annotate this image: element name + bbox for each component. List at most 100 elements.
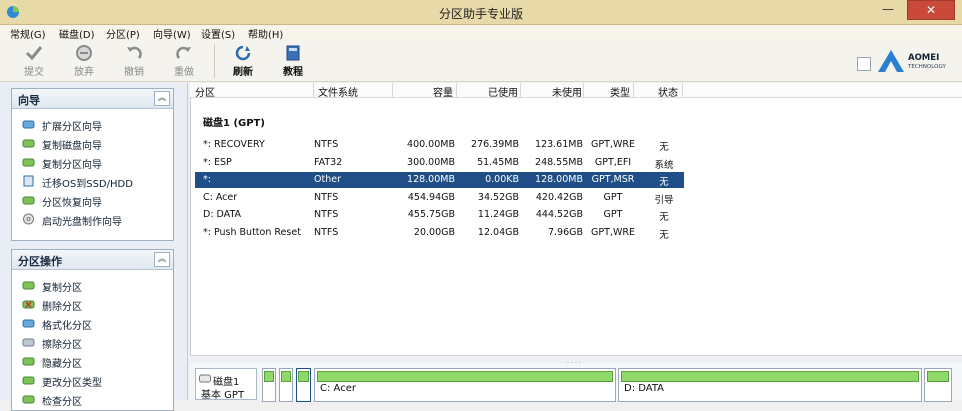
cell-fs: Other	[314, 174, 341, 185]
check-partition-icon	[22, 395, 35, 404]
table-row[interactable]: *: Push Button Reset NTFS 20.00GB 12.04GB 7.…	[195, 225, 684, 241]
segment-msr[interactable]	[296, 368, 311, 402]
menu-wizard[interactable]: 向导(W)	[153, 26, 191, 41]
cell-type: GPT,MSR	[591, 174, 635, 185]
checkbox-icon[interactable]	[857, 57, 871, 71]
tutorial-button[interactable]: 教程	[273, 42, 313, 80]
logo-text: AOMEI	[908, 53, 940, 63]
close-button[interactable]: ✕	[907, 0, 955, 20]
segment-label: C: Acer	[320, 383, 356, 394]
book-icon	[286, 45, 300, 61]
wizard-boot-cd[interactable]: 启动光盘制作向导	[12, 210, 173, 229]
col-filesystem[interactable]: 文件系统	[318, 84, 358, 99]
op-hide-partition[interactable]: 隐藏分区	[12, 352, 173, 371]
disk-group-label: 磁盘1 (GPT)	[203, 118, 265, 129]
col-type[interactable]: 类型	[610, 84, 630, 99]
cell-partition: D: DATA	[203, 209, 242, 220]
table-row[interactable]: C: Acer NTFS 454.94GB 34.52GB 420.42GB GPT 引导	[195, 190, 684, 206]
discard-label: 放弃	[74, 67, 94, 78]
commit-button[interactable]: 提交	[14, 42, 54, 80]
collapse-icon[interactable]: ︽	[154, 91, 170, 106]
op-wipe-partition[interactable]: 擦除分区	[12, 333, 173, 352]
op-item-label: 格式化分区	[42, 321, 92, 332]
aomei-logo: AOMEI TECHNOLOGY	[876, 48, 948, 74]
copy-partition-icon	[22, 158, 35, 167]
menu-help[interactable]: 帮助(H)	[248, 26, 283, 41]
disk-icon	[199, 374, 211, 383]
cell-partition: *: ESP	[203, 157, 232, 168]
table-row[interactable]: *: RECOVERY NTFS 400.00MB 276.39MB 123.61MB G…	[195, 137, 684, 153]
cell-fs: NTFS	[314, 192, 339, 203]
redo-button[interactable]: 重做	[164, 42, 204, 80]
menu-general[interactable]: 常规(G)	[10, 26, 46, 41]
cell-free: 7.96GB	[547, 227, 583, 238]
op-change-type[interactable]: 更改分区类型	[12, 371, 173, 390]
wizard-item-label: 复制磁盘向导	[42, 141, 102, 152]
cell-fs: FAT32	[314, 157, 343, 168]
wizard-copy-partition[interactable]: 复制分区向导	[12, 153, 173, 172]
col-partition[interactable]: 分区	[195, 84, 215, 99]
col-status[interactable]: 状态	[658, 84, 678, 99]
segment-recovery[interactable]	[262, 368, 276, 402]
op-copy-partition[interactable]: 复制分区	[12, 276, 173, 295]
cell-partition: C: Acer	[203, 192, 238, 203]
delete-icon	[22, 300, 35, 309]
change-type-icon	[22, 376, 35, 385]
undo-button[interactable]: 撤销	[114, 42, 154, 80]
wizard-migrate-os[interactable]: 迁移OS到SSD/HDD	[12, 172, 173, 191]
wizard-panel-title: 向导	[18, 94, 40, 107]
undo-icon	[127, 46, 142, 59]
menu-disk[interactable]: 磁盘(D)	[59, 26, 95, 41]
segment-esp[interactable]	[279, 368, 293, 402]
cell-free: 444.52GB	[535, 209, 583, 220]
cell-status: 引导	[654, 195, 674, 206]
table-row[interactable]: *: ESP FAT32 300.00MB 51.45MB 248.55MB GPT,EF…	[195, 155, 684, 171]
refresh-button[interactable]: 刷新	[223, 42, 263, 80]
table-row[interactable]: *: Other 128.00MB 0.00KB 128.00MB GPT,MSR 无	[195, 172, 684, 188]
wizard-item-label: 迁移OS到SSD/HDD	[42, 179, 133, 190]
wizard-partition-recovery[interactable]: 分区恢复向导	[12, 191, 173, 210]
disk-type: 基本 GPT	[201, 390, 245, 401]
redo-icon	[176, 46, 191, 59]
cell-status: 系统	[654, 160, 674, 171]
op-delete-partition[interactable]: 删除分区	[12, 295, 173, 314]
cell-type: GPT	[603, 192, 623, 203]
cell-partition: *: RECOVERY	[203, 139, 265, 150]
wizard-extend-partition[interactable]: 扩展分区向导	[12, 115, 173, 134]
logo-subtext: TECHNOLOGY	[908, 64, 946, 70]
segment-d-data[interactable]: D: DATA	[618, 368, 922, 402]
segment-label: D: DATA	[624, 383, 665, 394]
hide-icon	[22, 357, 35, 366]
cell-type: GPT,WRE	[591, 227, 635, 238]
col-capacity[interactable]: 容量	[433, 84, 453, 99]
table-header: 分区 文件系统 容量 已使用 未使用 类型 状态	[190, 83, 962, 99]
disk-card[interactable]: 磁盘1 基本 GPT	[195, 368, 257, 401]
disk-icon	[22, 120, 35, 129]
wizard-copy-disk[interactable]: 复制磁盘向导	[12, 134, 173, 153]
cell-fs: NTFS	[314, 139, 339, 150]
recovery-icon	[22, 196, 35, 205]
segment-push-button-reset[interactable]	[924, 368, 952, 402]
format-icon	[22, 319, 35, 328]
collapse-icon[interactable]: ︽	[154, 252, 170, 267]
table-row[interactable]: D: DATA NTFS 455.75GB 11.24GB 444.52GB GPT 无	[195, 207, 684, 223]
col-used[interactable]: 已使用	[488, 84, 518, 99]
op-item-label: 检查分区	[42, 397, 82, 408]
wizard-item-label: 复制分区向导	[42, 160, 102, 171]
op-format-partition[interactable]: 格式化分区	[12, 314, 173, 333]
cell-status: 无	[659, 142, 669, 153]
toolbar-separator	[214, 44, 215, 78]
discard-button[interactable]: 放弃	[64, 42, 104, 80]
discard-icon	[76, 45, 92, 61]
cell-free: 420.42GB	[535, 192, 583, 203]
cell-type: GPT,EFI	[594, 157, 632, 168]
menu-partition[interactable]: 分区(P)	[106, 26, 140, 41]
wizard-item-label: 分区恢复向导	[42, 198, 102, 209]
menu-settings[interactable]: 设置(S)	[201, 26, 235, 41]
migrate-icon	[23, 175, 34, 187]
copy-icon	[22, 281, 35, 290]
check-icon	[25, 46, 43, 61]
segment-c-acer[interactable]: C: Acer	[314, 368, 616, 402]
minimize-button[interactable]: —	[874, 0, 902, 20]
col-free[interactable]: 未使用	[552, 84, 582, 99]
